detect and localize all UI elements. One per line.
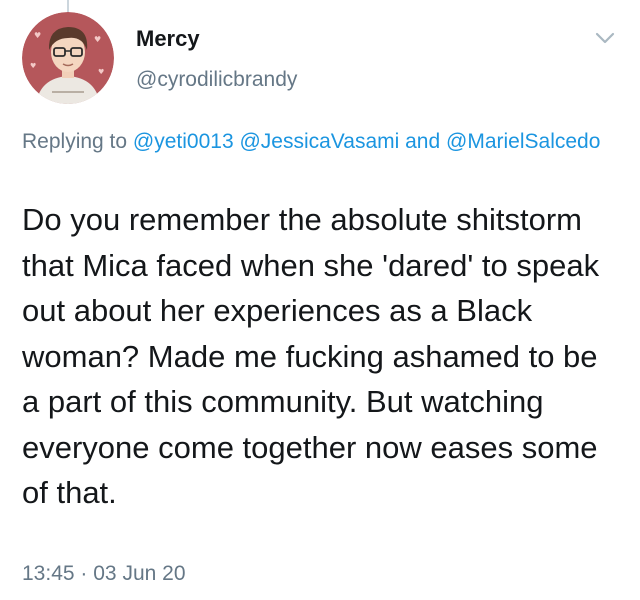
author-display-name[interactable]: Mercy	[136, 26, 200, 52]
svg-text:♥: ♥	[94, 35, 101, 44]
tweet-text: Do you remember the absolute shitstorm t…	[22, 202, 600, 510]
svg-text:♥: ♥	[30, 62, 36, 70]
mention-link[interactable]: @JessicaVasami	[239, 130, 399, 153]
mention-link[interactable]: @MarielSalcedo	[446, 130, 600, 153]
avatar-illustration: ♥ ♥ ♥ ♥	[22, 12, 114, 104]
more-options-button[interactable]	[590, 26, 620, 50]
reply-prefix: Replying to	[22, 130, 128, 153]
chevron-down-icon	[595, 32, 615, 44]
tweet-timestamp[interactable]: 13:45 · 03 Jun 20	[22, 562, 186, 586]
svg-text:♥: ♥	[34, 31, 41, 40]
reply-context: Replying to @yeti0013 @JessicaVasami and…	[22, 126, 612, 158]
tweet-date: 03 Jun 20	[93, 562, 186, 585]
svg-text:♥: ♥	[98, 68, 104, 76]
author-handle[interactable]: @cyrodilicbrandy	[136, 68, 297, 92]
thread-connector-line	[67, 0, 69, 12]
mention-link[interactable]: @yeti0013	[133, 130, 234, 153]
reply-conjunction: and	[405, 130, 441, 153]
timestamp-separator: ·	[80, 562, 88, 585]
avatar[interactable]: ♥ ♥ ♥ ♥	[22, 12, 114, 104]
tweet-time: 13:45	[22, 562, 75, 585]
